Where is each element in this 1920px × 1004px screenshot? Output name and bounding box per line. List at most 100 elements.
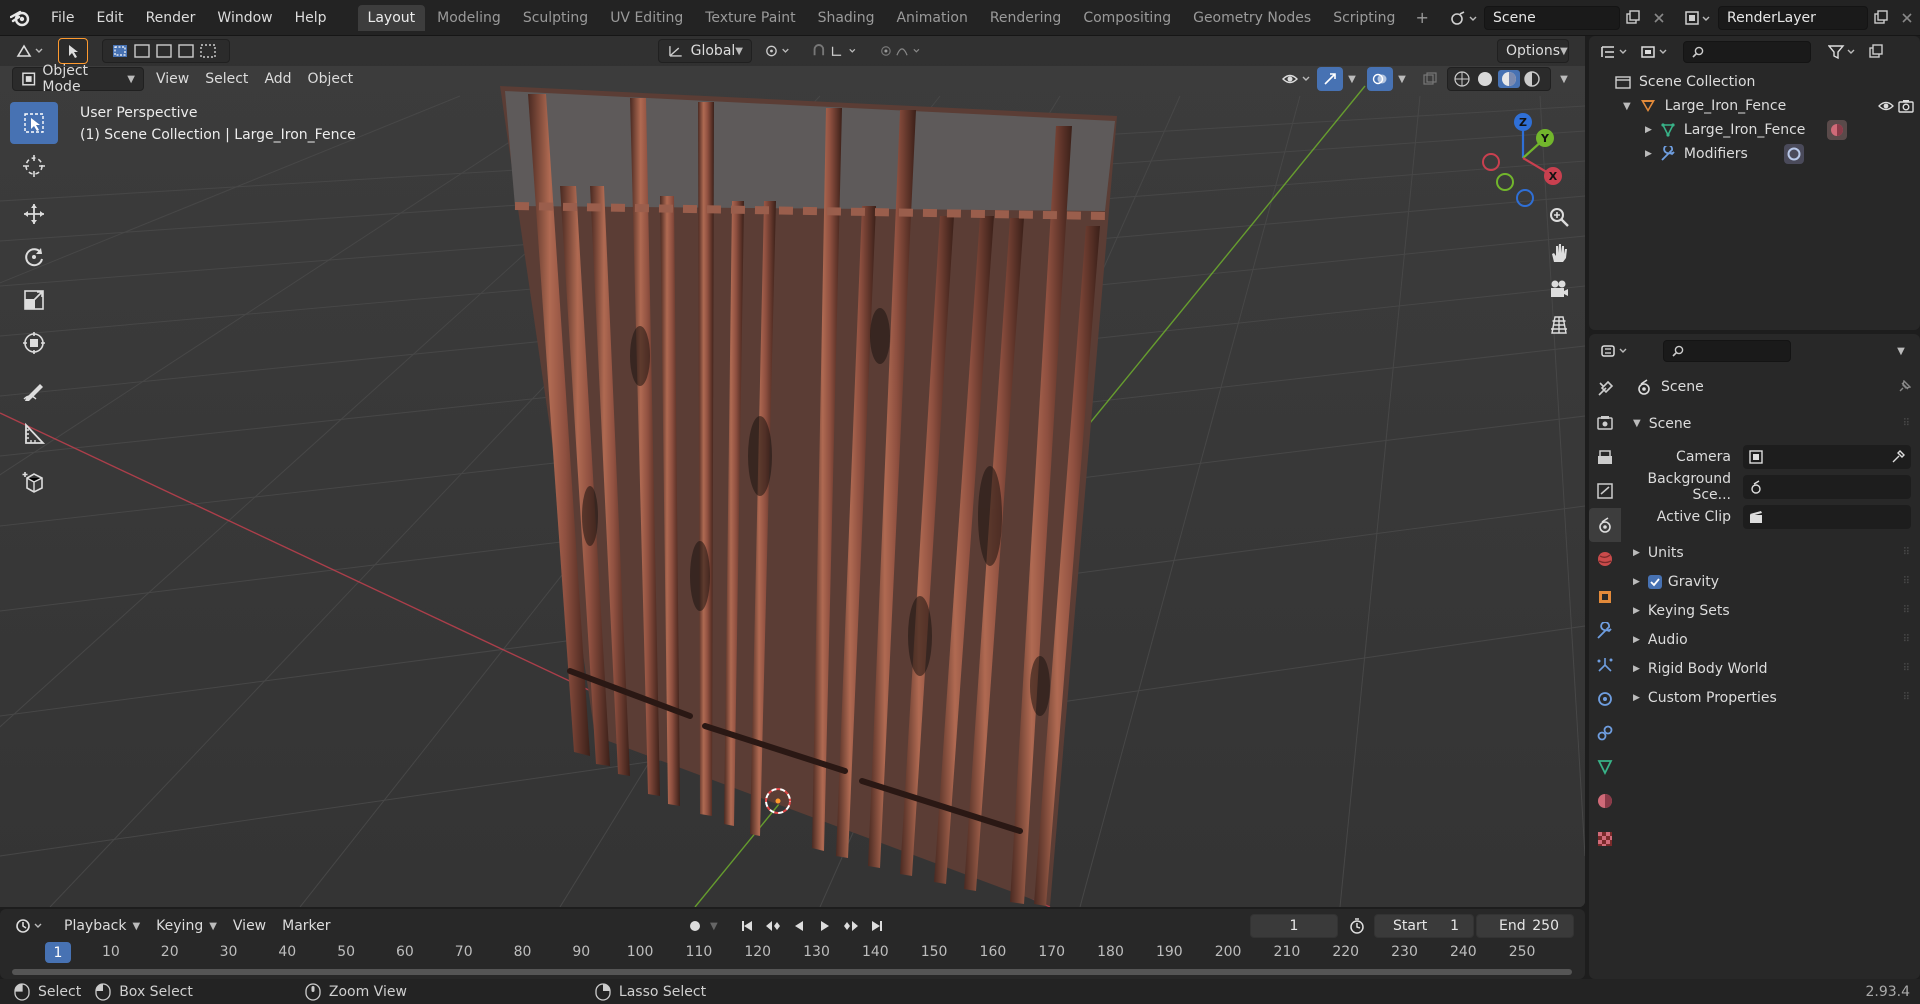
background-scene-field[interactable] <box>1743 475 1911 499</box>
object-data-tab-icon[interactable] <box>1589 750 1621 784</box>
gravity-checkbox[interactable] <box>1647 574 1662 589</box>
transform-tool-icon[interactable] <box>10 322 58 364</box>
viewport-menu-view[interactable]: View <box>148 71 197 87</box>
tab-shading[interactable]: Shading <box>808 5 885 31</box>
modifier-tab-icon[interactable] <box>1589 614 1621 648</box>
gravity-panel-header[interactable]: ▶ Gravity ⠿ <box>1627 567 1917 596</box>
menu-file[interactable]: File <box>40 10 85 26</box>
overlays-toggle-icon[interactable] <box>1367 67 1393 91</box>
delete-view-layer-icon[interactable] <box>1894 6 1920 30</box>
gizmo-toggle-icon[interactable] <box>1317 67 1343 91</box>
scene-browse-icon[interactable] <box>1444 6 1484 30</box>
xray-toggle-icon[interactable] <box>1417 67 1443 91</box>
new-scene-icon[interactable] <box>1620 6 1646 30</box>
tab-rendering[interactable]: Rendering <box>980 5 1072 31</box>
audio-panel-header[interactable]: ▶ Audio ⠿ <box>1627 625 1917 654</box>
outliner-editor-type-icon[interactable] <box>1595 40 1635 64</box>
options-dropdown[interactable]: Options ▼ <box>1497 39 1569 63</box>
tool-tab-icon[interactable] <box>1589 372 1621 406</box>
playhead[interactable]: 1 <box>45 942 71 963</box>
visibility-eye-icon[interactable] <box>1878 100 1894 112</box>
drag-handle-icon[interactable]: ⠿ <box>1903 605 1910 616</box>
render-camera-icon[interactable] <box>1898 99 1914 113</box>
zoom-icon[interactable] <box>1542 200 1576 234</box>
perspective-toggle-icon[interactable] <box>1542 308 1576 342</box>
tab-uv-editing[interactable]: UV Editing <box>600 5 693 31</box>
custom-properties-panel-header[interactable]: ▶ Custom Properties ⠿ <box>1627 683 1917 712</box>
viewport-menu-select[interactable]: Select <box>197 71 256 87</box>
outliner-scene-collection[interactable]: Scene Collection <box>1589 70 1920 94</box>
chevron-down-icon[interactable]: ▼ <box>1555 67 1573 91</box>
world-tab-icon[interactable] <box>1589 542 1621 576</box>
blender-logo-icon[interactable] <box>0 0 40 36</box>
chevron-down-icon[interactable]: ▼ <box>1888 339 1914 363</box>
drag-handle-icon[interactable]: ⠿ <box>1903 576 1910 587</box>
expand-chevron-icon[interactable]: ▼ <box>1623 101 1631 112</box>
snapping-toggle[interactable] <box>804 39 868 63</box>
render-tab-icon[interactable] <box>1589 406 1621 440</box>
editor-type-button[interactable] <box>8 39 54 63</box>
tab-compositing[interactable]: Compositing <box>1073 5 1181 31</box>
select-tool-icon[interactable] <box>58 37 88 64</box>
timeline-scrollbar[interactable] <box>12 969 1572 975</box>
expand-chevron-icon[interactable]: ▶ <box>1645 149 1652 159</box>
texture-tab-icon[interactable] <box>1589 822 1621 856</box>
view-layer-field[interactable]: RenderLayer <box>1718 6 1868 30</box>
tab-geometry-nodes[interactable]: Geometry Nodes <box>1183 5 1321 31</box>
active-clip-field[interactable] <box>1743 505 1911 529</box>
outliner-search-input[interactable] <box>1683 41 1811 63</box>
menu-help[interactable]: Help <box>284 10 338 26</box>
menu-render[interactable]: Render <box>135 10 207 26</box>
tab-scripting[interactable]: Scripting <box>1323 5 1405 31</box>
drag-handle-icon[interactable]: ⠿ <box>1903 634 1910 645</box>
tab-texture-paint[interactable]: Texture Paint <box>695 5 805 31</box>
3d-viewport[interactable]: Global ▼ Options ▼ Object Mode ▼ View Se… <box>0 36 1585 907</box>
new-collection-icon[interactable] <box>1863 40 1889 64</box>
eyedropper-icon[interactable] <box>1891 450 1905 464</box>
drag-handle-icon[interactable]: ⠿ <box>1903 663 1910 674</box>
add-cube-tool-icon[interactable] <box>10 461 58 503</box>
select-box-tool-icon[interactable] <box>10 102 58 144</box>
outliner-item-fence-mesh[interactable]: ▶ Large_Iron_Fence <box>1589 118 1920 142</box>
shading-mode-buttons[interactable] <box>1447 67 1551 91</box>
material-tab-icon[interactable] <box>1589 784 1621 818</box>
tab-layout[interactable]: Layout <box>357 4 426 31</box>
object-tab-icon[interactable] <box>1589 580 1621 614</box>
scale-tool-icon[interactable] <box>10 279 58 321</box>
add-workspace-button[interactable]: + <box>1407 6 1436 29</box>
rigid-body-world-panel-header[interactable]: ▶ Rigid Body World ⠿ <box>1627 654 1917 683</box>
properties-editor-type-icon[interactable] <box>1595 339 1635 363</box>
outliner-item-modifiers[interactable]: ▶ Modifiers <box>1589 142 1920 166</box>
pan-hand-icon[interactable] <box>1542 236 1576 270</box>
move-tool-icon[interactable] <box>10 193 58 235</box>
expand-chevron-icon[interactable]: ▶ <box>1645 125 1652 135</box>
scene-tab-icon[interactable] <box>1589 508 1621 542</box>
delete-scene-icon[interactable] <box>1646 6 1672 30</box>
keying-sets-panel-header[interactable]: ▶ Keying Sets ⠿ <box>1627 596 1917 625</box>
drag-handle-icon[interactable]: ⠿ <box>1903 418 1910 429</box>
camera-field[interactable] <box>1743 445 1911 469</box>
select-mode-buttons[interactable] <box>102 39 230 63</box>
drag-handle-icon[interactable]: ⠿ <box>1903 692 1910 703</box>
output-tab-icon[interactable] <box>1589 440 1621 474</box>
view-layer-browse-icon[interactable] <box>1678 6 1718 30</box>
tab-modeling[interactable]: Modeling <box>427 5 511 31</box>
chevron-down-icon[interactable]: ▼ <box>1393 67 1411 91</box>
filter-icon[interactable] <box>1823 40 1863 64</box>
material-icon[interactable] <box>1827 120 1848 140</box>
outliner-item-fence-object[interactable]: ▼ Large_Iron_Fence <box>1589 94 1920 118</box>
view-layer-tab-icon[interactable] <box>1589 474 1621 508</box>
annotate-tool-icon[interactable] <box>10 370 58 412</box>
physics-tab-icon[interactable] <box>1589 682 1621 716</box>
tab-sculpting[interactable]: Sculpting <box>513 5 598 31</box>
scene-name-field[interactable]: Scene <box>1484 6 1620 30</box>
pivot-point-dropdown[interactable] <box>756 39 800 63</box>
camera-view-icon[interactable] <box>1542 272 1576 306</box>
pin-icon[interactable] <box>1897 379 1911 394</box>
proportional-editing-toggle[interactable] <box>872 39 932 63</box>
cursor-tool-icon[interactable] <box>10 145 58 187</box>
modifier-icon[interactable] <box>1783 144 1804 164</box>
visibility-icon[interactable] <box>1277 67 1317 91</box>
menu-edit[interactable]: Edit <box>85 10 134 26</box>
properties-search-input[interactable] <box>1663 340 1791 362</box>
